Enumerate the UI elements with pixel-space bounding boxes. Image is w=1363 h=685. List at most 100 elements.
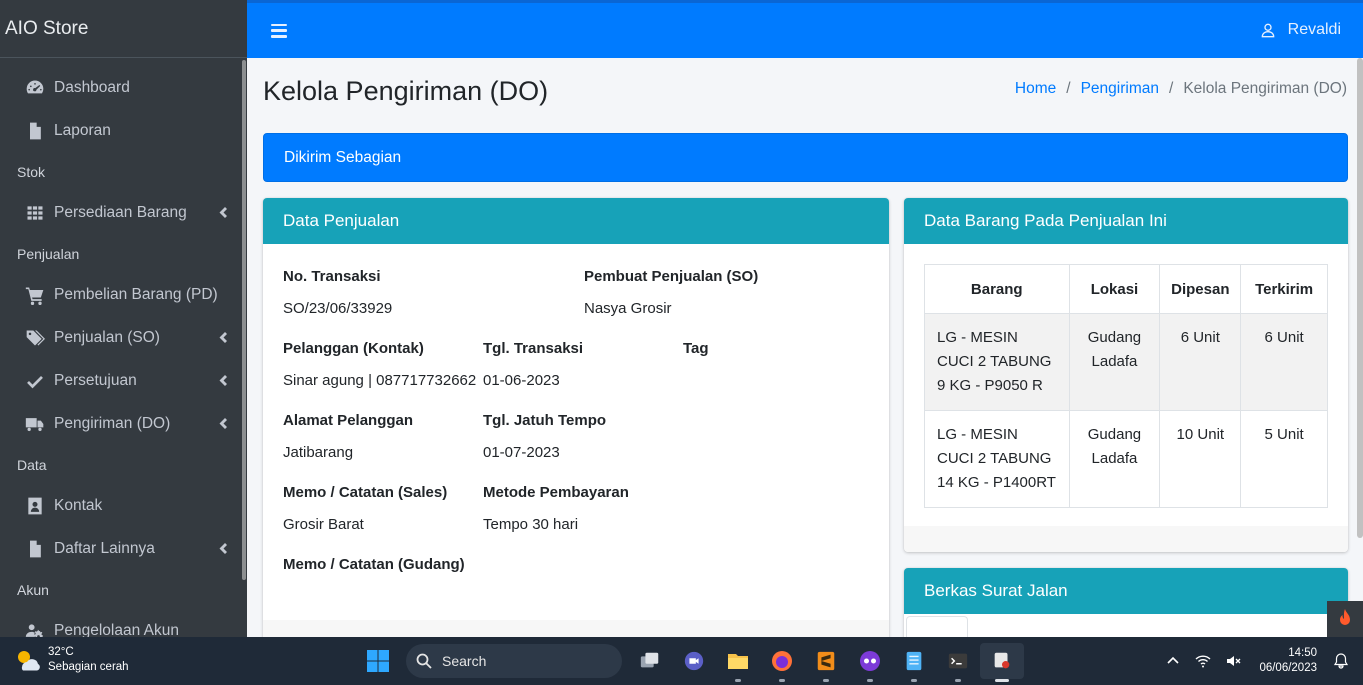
file-explorer-button[interactable] (716, 643, 760, 682)
running-indicator (735, 679, 741, 682)
table-row: LG - MESIN CUCI 2 TABUNG 9 KG - P9050 R … (924, 313, 1328, 411)
terminal-icon (948, 653, 968, 669)
cart-icon (24, 284, 46, 306)
search-icon (416, 653, 432, 669)
time: 14:50 (1288, 647, 1317, 659)
start-button[interactable] (356, 643, 400, 679)
task-view-icon (640, 652, 659, 668)
sidebar-item-pengelolaan-akun[interactable]: Pengelolaan Akun (0, 609, 247, 637)
flame-icon (1340, 609, 1350, 625)
column-header-lokasi: Lokasi (1068, 264, 1161, 314)
page-title: Kelola Pengiriman (DO) (263, 76, 549, 106)
firefox-button[interactable] (760, 643, 804, 682)
items-table: Barang Lokasi Dipesan Terkirim LG - MESI… (924, 264, 1328, 508)
items-card-header: Data Barang Pada Penjualan Ini (904, 198, 1348, 244)
sidebar-item-persediaan[interactable]: Persediaan Barang (0, 191, 247, 234)
chevron-left-icon (217, 332, 227, 343)
breadcrumb-separator: / (1066, 80, 1071, 97)
taskbar-search[interactable]: Search (406, 644, 622, 678)
sidebar-header-akun: Akun (17, 581, 49, 598)
cell-terkirim: 6 Unit (1240, 313, 1328, 411)
contact-icon (24, 495, 46, 517)
sublime-button[interactable] (804, 643, 848, 682)
chevron-up-icon[interactable] (1165, 653, 1181, 669)
sidebar-item-label: Pengiriman (DO) (54, 414, 171, 432)
windows-icon (367, 650, 389, 672)
pembuat-label: Pembuat Penjualan (SO) (584, 268, 759, 285)
memo-sales-label: Memo / Catatan (Sales) (283, 484, 448, 501)
sidebar-header-data: Data (17, 456, 47, 473)
sidebar-item-daftar-lainnya[interactable]: Daftar Lainnya (0, 527, 247, 570)
weather-widget[interactable]: 32°C Sebagian cerah (14, 645, 129, 675)
no-transaksi-value: SO/23/06/33929 (283, 300, 393, 317)
brand[interactable]: AIO Store (0, 0, 247, 58)
chevron-left-icon (217, 207, 227, 218)
sidebar-item-laporan[interactable]: Laporan (0, 109, 247, 152)
cell-dipesan: 10 Unit (1159, 410, 1242, 508)
tag-label: Tag (683, 340, 709, 357)
sidebar-item-label: Penjualan (SO) (54, 328, 160, 346)
user-menu[interactable]: Revaldi (1260, 21, 1341, 39)
table-row: LG - MESIN CUCI 2 TABUNG 14 KG - P1400RT… (924, 410, 1328, 508)
sidebar-item-penjualan[interactable]: Penjualan (SO) (0, 316, 247, 359)
taskbar-apps: Search (356, 643, 1024, 682)
cell-dipesan: 6 Unit (1159, 313, 1242, 411)
sidebar-item-label: Daftar Lainnya (54, 539, 155, 557)
sidebar-item-label: Persediaan Barang (54, 203, 187, 221)
pelanggan-value: Sinar agung | 087717732662 (283, 372, 477, 389)
check-icon (24, 370, 46, 392)
sidebar-item-label: Dashboard (54, 78, 130, 96)
hamburger-menu-icon[interactable] (271, 23, 287, 38)
card-footer (904, 526, 1348, 552)
volume-muted-icon[interactable] (1225, 653, 1241, 669)
jatuh-tempo-value: 01-07-2023 (483, 444, 560, 461)
metode-value: Tempo 30 hari (483, 516, 579, 533)
chevron-left-icon (217, 543, 227, 554)
sidebar-item-label: Laporan (54, 121, 111, 139)
files-card: Berkas Surat Jalan (904, 568, 1348, 648)
page-scrollbar[interactable] (1357, 58, 1363, 538)
table-header-row: Barang Lokasi Dipesan Terkirim (924, 264, 1328, 314)
sidebar: AIO Store Dashboard Laporan Stok Persedi… (0, 0, 247, 637)
task-view-button[interactable] (628, 643, 672, 679)
snipping-tool-button[interactable] (980, 643, 1024, 682)
notification-button[interactable] (1327, 653, 1355, 669)
sidebar-item-pengiriman[interactable]: Pengiriman (DO) (0, 402, 247, 445)
running-indicator (823, 679, 829, 682)
users-cog-icon (24, 620, 46, 637)
fire-button[interactable] (1327, 601, 1363, 637)
column-header-barang: Barang (924, 264, 1070, 314)
meet-button[interactable] (672, 643, 716, 679)
chevron-left-icon (217, 418, 227, 429)
terminal-button[interactable] (936, 643, 980, 682)
clock[interactable]: 14:50 06/06/2023 (1259, 646, 1317, 676)
cell-barang: LG - MESIN CUCI 2 TABUNG 9 KG - P9050 R (924, 313, 1070, 411)
sidebar-scrollbar[interactable] (242, 60, 246, 580)
items-card: Data Barang Pada Penjualan Ini Barang Lo… (904, 198, 1348, 552)
cell-lokasi: Gudang Ladafa (1068, 313, 1161, 411)
running-indicator (911, 679, 917, 682)
sidebar-item-kontak[interactable]: Kontak (0, 484, 247, 527)
notepad-button[interactable] (892, 643, 936, 682)
sales-card-title: Data Penjualan (283, 211, 400, 230)
mask-app-icon (860, 651, 880, 671)
cell-lokasi: Gudang Ladafa (1068, 410, 1161, 508)
app-button[interactable] (848, 643, 892, 682)
user-icon (1261, 23, 1274, 38)
breadcrumb-home[interactable]: Home (1015, 80, 1056, 98)
sidebar-item-dashboard[interactable]: Dashboard (0, 66, 247, 109)
sidebar-item-persetujuan[interactable]: Persetujuan (0, 359, 247, 402)
partly-sunny-icon (18, 651, 40, 671)
alamat-value: Jatibarang (283, 444, 354, 461)
user-name: Revaldi (1287, 21, 1341, 38)
status-alert: Dikirim Sebagian (263, 133, 1348, 182)
weather-temp: 32°C (48, 646, 74, 658)
memo-gudang-label: Memo / Catatan (Gudang) (283, 556, 465, 573)
sidebar-item-pembelian[interactable]: Pembelian Barang (PD) (0, 273, 247, 316)
breadcrumb-pengiriman[interactable]: Pengiriman (1081, 80, 1159, 98)
sidebar-item-label: Kontak (54, 496, 103, 514)
wifi-icon[interactable] (1195, 653, 1211, 669)
date: 06/06/2023 (1259, 662, 1317, 674)
running-indicator (779, 679, 785, 682)
snip-icon (994, 652, 1010, 669)
